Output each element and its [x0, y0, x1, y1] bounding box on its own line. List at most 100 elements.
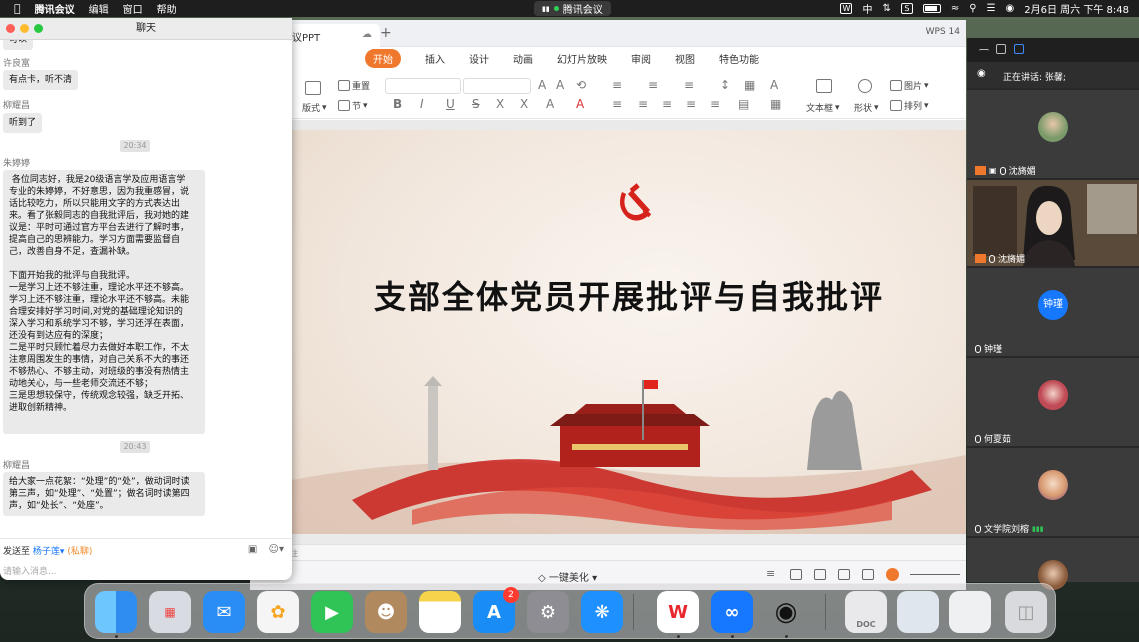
facetime-icon[interactable]: ▶	[311, 591, 353, 633]
menu-help[interactable]: 帮助	[157, 1, 177, 16]
play-slideshow-button[interactable]	[886, 568, 899, 581]
shape-button-icon-wrap[interactable]	[858, 79, 872, 93]
participant-tile[interactable]	[967, 538, 1139, 590]
textbox-button[interactable]: 文本框 ▾	[806, 101, 840, 115]
normal-view-icon[interactable]	[790, 569, 802, 580]
mention-icon[interactable]: ☺▾	[269, 544, 284, 555]
spotlight-icon[interactable]: ⚲	[969, 3, 976, 14]
subscript-icon[interactable]: X	[520, 97, 528, 111]
layout-button[interactable]: 版式 ▾	[302, 101, 327, 115]
textbox-button-icon-wrap[interactable]	[816, 79, 832, 93]
bold-icon[interactable]: B	[393, 97, 402, 111]
datetime[interactable]: 2月6日 周六 下午 8:48	[1024, 1, 1129, 16]
doc-file-icon[interactable]: DOC	[845, 591, 887, 633]
sync-icon[interactable]: ⇅	[882, 3, 890, 14]
s-app-icon[interactable]: S	[900, 3, 913, 14]
slide[interactable]: 支部全体党员开展批评与自我批评	[292, 130, 966, 534]
zoom-slider[interactable]	[910, 574, 960, 575]
justify-icon[interactable]: ≡	[686, 97, 696, 111]
launchpad-icon[interactable]: ▦	[149, 591, 191, 633]
meeting-status-pill[interactable]: ▮▮ 腾讯会议	[534, 1, 611, 16]
system-preferences-icon[interactable]: ⚙	[527, 591, 569, 633]
minimize-panel-icon[interactable]	[979, 49, 989, 59]
battery-icon[interactable]	[922, 4, 941, 13]
control-center-icon[interactable]: ☰	[987, 3, 996, 14]
tab-insert[interactable]: 插入	[425, 51, 445, 66]
tab-slideshow[interactable]: 幻灯片放映	[557, 51, 607, 66]
screenshot-thumbnail-icon[interactable]	[897, 591, 939, 633]
tab-home[interactable]: 开始	[365, 48, 401, 68]
participant-tile[interactable]: 钟瑾 钟瑾	[967, 268, 1139, 356]
beautify-button[interactable]: ◇ 一键美化 ▾	[538, 569, 597, 584]
app-store-icon[interactable]: A2	[473, 587, 519, 633]
tab-animation[interactable]: 动画	[513, 51, 533, 66]
screenshot-thumbnail-icon[interactable]	[949, 591, 991, 633]
font-size-select[interactable]	[463, 78, 531, 94]
input-method-icon[interactable]: 中	[862, 1, 872, 16]
message-input[interactable]: 请输入消息...	[3, 564, 57, 577]
photos-icon[interactable]: ✿	[257, 591, 299, 633]
indent-icon[interactable]: ≡	[684, 78, 694, 92]
clear-format-icon[interactable]: ⟲	[576, 78, 586, 92]
arrange-button[interactable]: 排列 ▾	[890, 99, 929, 112]
participant-tile[interactable]: ▣ 沈旖媚	[967, 90, 1139, 178]
zoom-window-button[interactable]	[34, 24, 43, 33]
menu-app-name[interactable]: 腾讯会议	[35, 1, 75, 16]
numbering-icon[interactable]: ≡	[648, 78, 658, 92]
finder-icon[interactable]	[95, 591, 137, 633]
wps-account[interactable]: WPS 14	[926, 27, 960, 37]
align-right-icon[interactable]: ≡	[662, 97, 672, 111]
reset-button[interactable]: 重置	[338, 79, 370, 92]
font-color-icon[interactable]: A	[576, 97, 584, 111]
apple-icon[interactable]: 	[14, 2, 21, 15]
decrease-font-icon[interactable]: A	[556, 78, 564, 92]
wps-menubar-icon[interactable]: W	[840, 3, 853, 14]
mail-icon[interactable]: ✉	[203, 591, 245, 633]
layout-panel-icon[interactable]	[996, 44, 1006, 54]
wifi-icon[interactable]: ≈	[951, 3, 959, 14]
participant-tile[interactable]: 何夏茹	[967, 358, 1139, 446]
tab-view[interactable]: 视图	[675, 51, 695, 66]
shape-button[interactable]: 形状 ▾	[854, 101, 879, 115]
sorter-view-icon[interactable]	[814, 569, 826, 580]
trash-icon[interactable]: ◫	[1005, 591, 1047, 633]
send-to-selector[interactable]: 发送至 杨子莲▾ (私聊)	[3, 544, 92, 557]
superscript-icon[interactable]: X	[496, 97, 504, 111]
notes-icon[interactable]	[419, 591, 461, 633]
participant-tile[interactable]: 文学院刘榕 ▮▮▮	[967, 448, 1139, 536]
participant-video-tile[interactable]: 沈旖媚	[967, 180, 1139, 266]
convert-icon[interactable]: ▦	[770, 97, 781, 111]
document-tab[interactable]: 议PPT ☁	[280, 24, 380, 47]
tab-review[interactable]: 审阅	[631, 51, 651, 66]
picture-button[interactable]: 图片 ▾	[890, 79, 929, 92]
strikethrough-icon[interactable]: S	[472, 97, 480, 111]
font-name-select[interactable]	[385, 78, 461, 94]
line-spacing-icon[interactable]: ↕	[720, 78, 730, 92]
section-button[interactable]: 节 ▾	[338, 99, 368, 112]
italic-icon[interactable]: I	[420, 97, 424, 111]
increase-font-icon[interactable]: A	[538, 78, 546, 92]
text-direction-icon[interactable]: A	[770, 78, 778, 92]
tab-features[interactable]: 特色功能	[719, 51, 759, 66]
safari-icon[interactable]: ❋	[581, 591, 623, 633]
align-left-icon[interactable]: ≡	[612, 97, 622, 111]
chat-messages[interactable]: 可以 许良富 有点卡，听不清 柳耀昌 听到了 20:34 朱婷婷 各位同志好，我…	[0, 40, 292, 538]
paragraph-icon[interactable]: ▤	[738, 97, 749, 111]
present-tool-icon[interactable]	[862, 569, 874, 580]
siri-icon[interactable]: ◉	[1006, 3, 1015, 14]
image-icon[interactable]: ▣	[248, 544, 257, 555]
notes-toggle-icon[interactable]: ≡	[766, 567, 778, 580]
align-center-icon[interactable]: ≡	[638, 97, 648, 111]
menu-window[interactable]: 窗口	[123, 1, 143, 16]
underline-icon[interactable]: U	[446, 97, 455, 111]
text-highlight-icon[interactable]: A	[546, 97, 554, 111]
new-tab-button[interactable]: +	[380, 25, 392, 41]
tab-design[interactable]: 设计	[469, 51, 489, 66]
qq-icon[interactable]: ◉	[765, 591, 807, 633]
notes-pane[interactable]: 注	[250, 544, 966, 560]
minimize-window-button[interactable]	[20, 24, 29, 33]
list-panel-icon[interactable]	[1014, 44, 1024, 54]
menu-edit[interactable]: 编辑	[89, 1, 109, 16]
reading-view-icon[interactable]	[838, 569, 850, 580]
close-window-button[interactable]	[6, 24, 15, 33]
